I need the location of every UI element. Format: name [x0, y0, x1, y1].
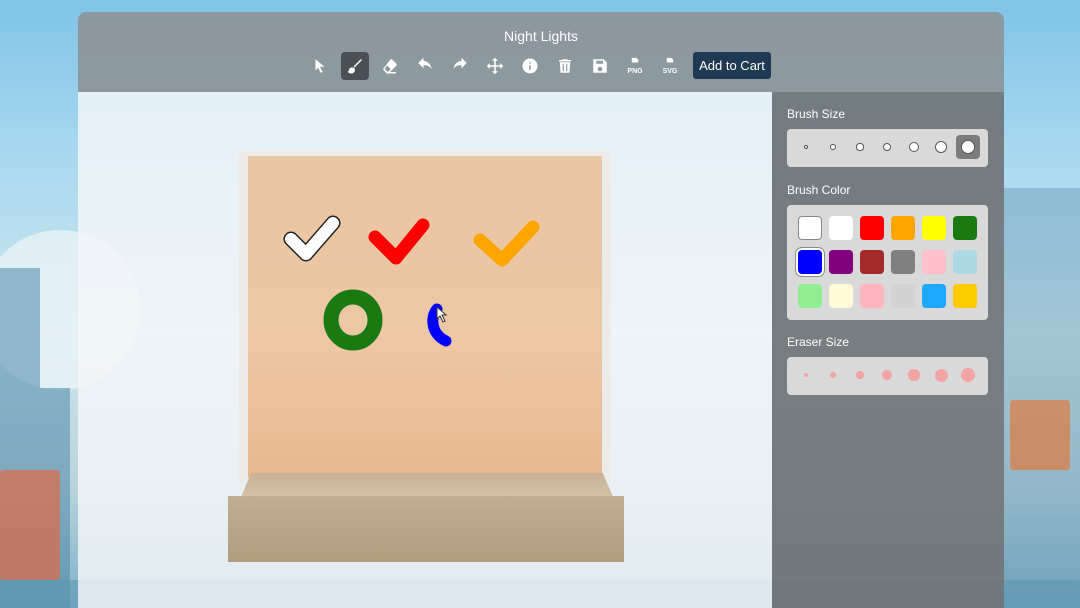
- white-checkmark-stroke: [285, 217, 339, 260]
- eraser-size-title: Eraser Size: [787, 335, 850, 349]
- redo-arrow-icon: [453, 57, 467, 69]
- eraser-size-option[interactable]: [848, 363, 872, 387]
- eraser-size-option[interactable]: [902, 363, 926, 387]
- redo-button[interactable]: [446, 52, 474, 80]
- eraser-tool-button[interactable]: [376, 52, 404, 80]
- color-swatch[interactable]: [798, 284, 822, 308]
- eraser-size-option[interactable]: [821, 363, 845, 387]
- color-swatch[interactable]: [860, 250, 884, 274]
- eraser-size-dot: [804, 373, 808, 377]
- eraser-size-dot: [882, 370, 892, 380]
- toolbar: Night Lights PNG SVG Add to Cart: [78, 12, 1004, 92]
- design-canvas-area[interactable]: [78, 92, 772, 608]
- brush-size-title: Brush Size: [787, 107, 846, 121]
- select-tool-button[interactable]: [306, 52, 334, 80]
- eraser-icon: [383, 59, 397, 74]
- eraser-size-option[interactable]: [956, 363, 980, 387]
- color-swatch[interactable]: [953, 216, 977, 240]
- eraser-size-dot: [960, 367, 976, 383]
- color-swatch[interactable]: [922, 250, 946, 274]
- color-swatch[interactable]: [922, 216, 946, 240]
- brush-size-option[interactable]: [929, 135, 953, 159]
- paintbrush-icon: [347, 59, 362, 74]
- brush-size-dot: [882, 142, 892, 152]
- eraser-size-dot: [830, 372, 836, 378]
- app-title: Night Lights: [504, 28, 578, 44]
- color-swatch[interactable]: [829, 284, 853, 308]
- eraser-size-option[interactable]: [794, 363, 818, 387]
- brush-size-option[interactable]: [902, 135, 926, 159]
- eraser-size-option[interactable]: [929, 363, 953, 387]
- add-to-cart-button[interactable]: Add to Cart: [693, 52, 771, 79]
- color-swatch[interactable]: [860, 284, 884, 308]
- brush-size-dot: [935, 141, 947, 153]
- eraser-size-option[interactable]: [875, 363, 899, 387]
- brush-size-option[interactable]: [848, 135, 872, 159]
- undo-arrow-icon: [418, 57, 432, 69]
- color-swatch[interactable]: [798, 216, 822, 240]
- brush-size-dot: [804, 145, 808, 149]
- background-gift: [0, 470, 60, 580]
- delete-button[interactable]: [551, 52, 579, 80]
- color-swatch[interactable]: [829, 216, 853, 240]
- drawing-strokes: [283, 215, 540, 351]
- brush-size-option[interactable]: [794, 135, 818, 159]
- color-swatch[interactable]: [891, 216, 915, 240]
- brush-size-picker: [787, 129, 988, 167]
- save-button[interactable]: [586, 52, 614, 80]
- save-disk-icon: [593, 59, 607, 73]
- brush-size-dot: [908, 141, 920, 153]
- color-swatch[interactable]: [829, 250, 853, 274]
- red-checkmark-stroke: [368, 218, 430, 265]
- green-circle-stroke: [323, 289, 383, 351]
- color-swatch[interactable]: [922, 284, 946, 308]
- brush-size-dot: [856, 143, 864, 151]
- svg-label: SVG: [662, 68, 678, 75]
- undo-button[interactable]: [411, 52, 439, 80]
- brush-size-option[interactable]: [956, 135, 980, 159]
- brush-size-option[interactable]: [875, 135, 899, 159]
- brush-tool-button[interactable]: [341, 52, 369, 80]
- color-swatch[interactable]: [953, 250, 977, 274]
- brush-size-dot: [961, 140, 975, 154]
- move-arrows-icon: [486, 57, 504, 75]
- brush-size-dot: [830, 144, 836, 150]
- color-swatch[interactable]: [891, 284, 915, 308]
- png-file-icon: [631, 57, 639, 63]
- info-button[interactable]: [516, 52, 544, 80]
- move-tool-button[interactable]: [481, 52, 509, 80]
- svg-file-icon: [666, 57, 674, 63]
- background-gift: [1010, 400, 1070, 470]
- brush-size-option[interactable]: [821, 135, 845, 159]
- orange-checkmark-stroke: [473, 220, 540, 267]
- brush-color-title: Brush Color: [787, 183, 851, 197]
- color-swatch[interactable]: [860, 216, 884, 240]
- eraser-size-dot: [856, 371, 864, 379]
- designer-window: Night Lights PNG SVG Add to Cart Brush S…: [78, 12, 1004, 608]
- info-circle-icon: [522, 58, 538, 74]
- color-swatch[interactable]: [953, 284, 977, 308]
- background-building: [1004, 188, 1080, 608]
- eraser-size-dot: [908, 369, 920, 381]
- color-swatch[interactable]: [798, 250, 822, 274]
- eraser-size-dot: [934, 368, 948, 382]
- color-swatch[interactable]: [891, 250, 915, 274]
- trash-icon: [559, 59, 571, 73]
- brush-color-picker: [787, 205, 988, 320]
- tool-options-panel: Brush Size Brush Color Eraser Size: [772, 92, 1004, 608]
- export-png-button[interactable]: PNG: [621, 52, 649, 80]
- eraser-size-picker: [787, 357, 988, 395]
- png-label: PNG: [627, 68, 643, 75]
- cursor-arrow-icon: [315, 59, 325, 73]
- export-svg-button[interactable]: SVG: [656, 52, 684, 80]
